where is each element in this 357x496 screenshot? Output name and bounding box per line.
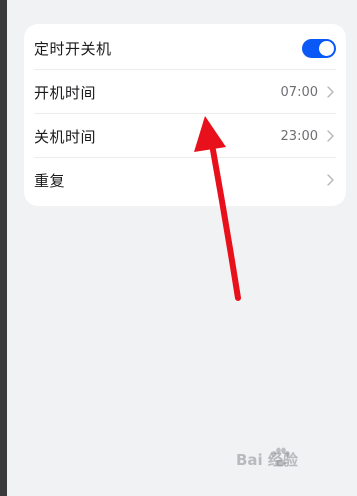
power-off-time-label: 关机时间	[34, 127, 97, 146]
repeat-label: 重复	[34, 171, 66, 190]
power-off-time-row[interactable]: 关机时间 23:00	[34, 114, 336, 158]
power-off-time-value: 23:00	[280, 128, 318, 144]
toggle-knob	[319, 40, 334, 56]
repeat-row[interactable]: 重复	[34, 158, 336, 202]
auto-power-row[interactable]: 定时开关机	[34, 26, 336, 70]
baidu-jingyan-watermark: Bai 经验	[236, 445, 344, 475]
auto-power-toggle[interactable]	[302, 38, 336, 58]
scheduled-power-card: 定时开关机 开机时间 07:00 关机时间 23:00 重复	[24, 24, 346, 206]
chevron-right-icon	[327, 174, 334, 186]
paw-icon	[271, 447, 290, 467]
chevron-right-icon	[327, 130, 334, 142]
chevron-right-icon	[327, 86, 334, 98]
power-on-time-label: 开机时间	[34, 83, 97, 102]
window-left-edge	[0, 0, 7, 496]
power-on-time-value: 07:00	[280, 84, 318, 100]
power-on-time-row[interactable]: 开机时间 07:00	[34, 70, 336, 114]
auto-power-label: 定时开关机	[34, 39, 112, 58]
